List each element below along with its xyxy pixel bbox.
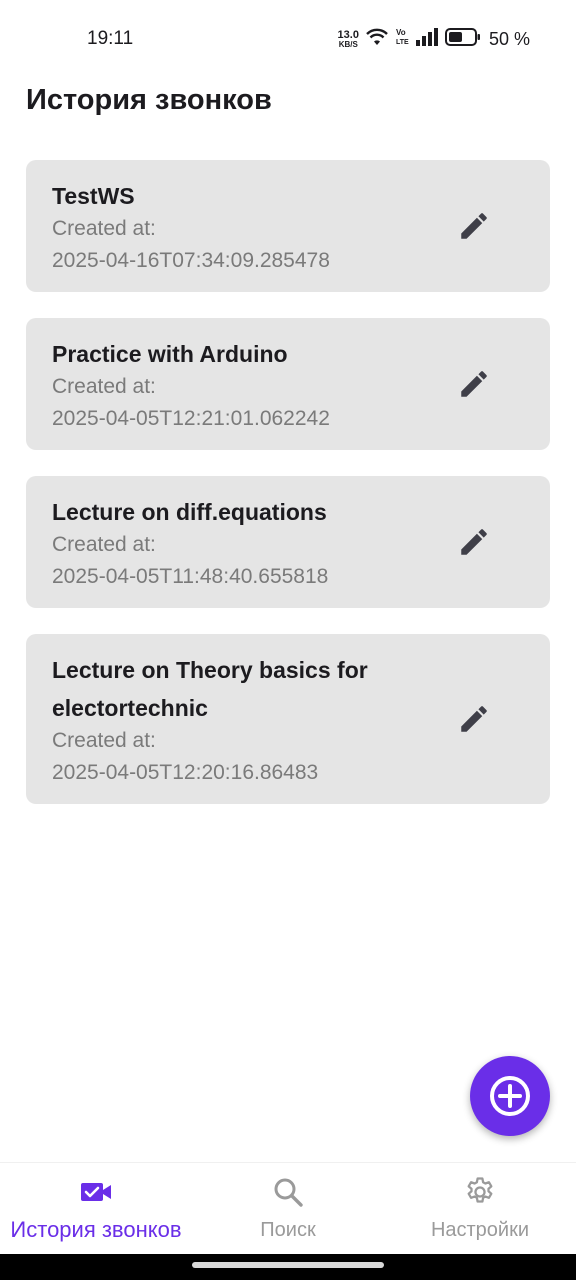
call-title: Lecture on diff.equations xyxy=(52,499,327,525)
call-title: TestWS xyxy=(52,183,135,209)
call-card[interactable]: Lecture on Theory basics for electortech… xyxy=(26,634,550,804)
call-card[interactable]: TestWS Created at: 2025-04-16T07:34:09.2… xyxy=(26,160,550,292)
edit-button[interactable] xyxy=(456,701,492,737)
nav-item-settings[interactable]: Настройки xyxy=(384,1163,576,1254)
nav-label: Поиск xyxy=(260,1219,316,1241)
app-screen: 19:11 13.0 KB/S Vo LTE 50 % История звон… xyxy=(0,0,576,1280)
call-card[interactable]: Lecture on diff.equations Created at: 20… xyxy=(26,476,550,608)
pencil-icon xyxy=(461,529,487,555)
home-indicator[interactable] xyxy=(192,1262,384,1268)
created-label: Created at: xyxy=(52,729,156,752)
video-call-icon xyxy=(79,1175,113,1209)
nav-label: История звонков xyxy=(10,1217,182,1242)
created-label: Created at: xyxy=(52,217,156,240)
wifi-icon xyxy=(365,27,389,52)
svg-text:Vo: Vo xyxy=(396,28,406,37)
volte-icon: Vo LTE xyxy=(395,27,409,52)
edit-button[interactable] xyxy=(456,208,492,244)
search-icon xyxy=(271,1175,305,1209)
pencil-icon xyxy=(461,706,487,732)
battery-icon xyxy=(444,27,481,52)
created-label: Created at: xyxy=(52,375,156,398)
status-icons: 13.0 KB/S Vo LTE 50 % xyxy=(338,26,530,52)
created-label: Created at: xyxy=(52,533,156,556)
call-title: Practice with Arduino xyxy=(52,341,288,367)
pencil-icon xyxy=(461,371,487,397)
created-timestamp: 2025-04-05T12:21:01.062242 xyxy=(52,407,330,430)
call-history-list: TestWS Created at: 2025-04-16T07:34:09.2… xyxy=(26,160,550,830)
status-time: 19:11 xyxy=(87,28,134,49)
signal-icon xyxy=(415,27,439,52)
svg-text:LTE: LTE xyxy=(396,39,409,46)
battery-percent: 50 % xyxy=(488,28,530,49)
call-title: Lecture on Theory basics for electortech… xyxy=(52,657,368,721)
system-navigation-bar xyxy=(0,1254,576,1280)
network-speed-unit: KB/S xyxy=(338,39,358,49)
nav-item-search[interactable]: Поиск xyxy=(192,1163,384,1254)
call-card[interactable]: Practice with Arduino Created at: 2025-0… xyxy=(26,318,550,450)
add-call-button[interactable] xyxy=(470,1056,550,1136)
network-speed-value: 13.0 xyxy=(337,28,359,41)
created-timestamp: 2025-04-16T07:34:09.285478 xyxy=(52,249,330,272)
edit-button[interactable] xyxy=(456,366,492,402)
edit-button[interactable] xyxy=(456,524,492,560)
add-circle-icon xyxy=(490,1076,530,1116)
created-timestamp: 2025-04-05T11:48:40.655818 xyxy=(52,565,329,588)
gear-icon xyxy=(463,1175,497,1209)
nav-item-call-history[interactable]: История звонков xyxy=(0,1163,192,1254)
network-speed: 13.0 KB/S xyxy=(337,28,359,49)
bottom-navigation: История звонков Поиск Настройки xyxy=(0,1162,576,1254)
status-bar: 19:11 13.0 KB/S Vo LTE 50 % xyxy=(0,0,576,76)
pencil-icon xyxy=(461,213,487,239)
created-timestamp: 2025-04-05T12:20:16.86483 xyxy=(52,761,319,784)
nav-label: Настройки xyxy=(430,1219,530,1241)
page-title: История звонков xyxy=(26,84,272,116)
